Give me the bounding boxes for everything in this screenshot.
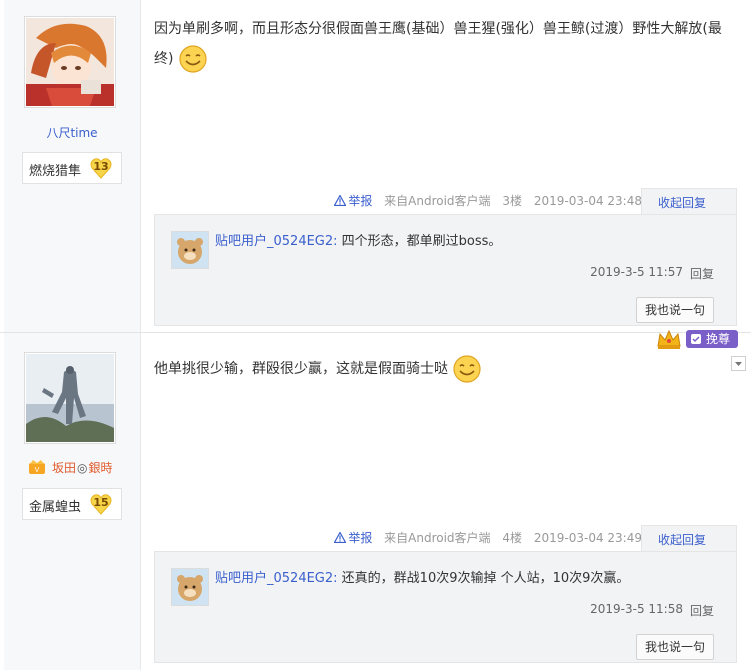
username-part-1: 坂田 xyxy=(52,461,77,475)
report-label: 举报 xyxy=(348,531,373,545)
collapse-replies-link[interactable]: 收起回复 xyxy=(658,194,706,211)
vip-badge-icon[interactable]: V xyxy=(28,459,46,475)
smile-emoji-icon xyxy=(453,355,482,383)
report-link[interactable]: 举报 xyxy=(334,194,376,208)
reply-panel: 贴吧用户_0524EG2: 四个形态，都单刷过boss。 2019-3-5 11… xyxy=(154,214,737,326)
level-number: 15 xyxy=(93,496,109,509)
warning-triangle-icon xyxy=(334,195,347,206)
reply-username[interactable]: 贴吧用户_0524EG2: xyxy=(215,571,338,586)
avatar-statue-image xyxy=(26,354,114,442)
level-number: 13 xyxy=(93,160,109,173)
report-label: 举报 xyxy=(348,194,373,208)
post-content: 因为单刷多啊，而且形态分很假面兽王鹰(基础）兽王猩(强化）兽王鲸(过渡）野性大解… xyxy=(154,14,737,74)
post-meta-bar: 举报 来自Android客户端 3楼 2019-03-04 23:48 收起回复 xyxy=(334,188,737,215)
reply-link[interactable]: 回复 xyxy=(690,602,714,619)
author-avatar[interactable] xyxy=(24,16,116,108)
level-badge[interactable]: 金属蝗虫 15 xyxy=(22,488,122,520)
say-something-button[interactable]: 我也说一句 xyxy=(636,634,714,660)
post-floor-3: 八尺time 燃烧猎隼 13 因为单刷多啊，而且形态分很假面兽王鹰(基础）兽王猩… xyxy=(0,0,751,332)
smile-emoji-icon xyxy=(179,45,207,73)
reply-avatar[interactable] xyxy=(171,231,209,269)
post-floor: 4楼 xyxy=(502,531,523,545)
post-floor: 3楼 xyxy=(502,194,523,208)
say-something-button[interactable]: 我也说一句 xyxy=(636,297,714,323)
level-name: 金属蝗虫 xyxy=(29,500,82,515)
post-text: 他单挑很少输，群殴很少赢，这就是假面骑士哒 xyxy=(154,361,448,377)
reply-link[interactable]: 回复 xyxy=(690,265,714,282)
reply-line: 贴吧用户_0524EG2: 还真的，群战10次9次输掉 个人站，10次9次赢。 xyxy=(215,567,629,586)
author-username[interactable]: 坂田◎銀時 xyxy=(52,459,113,476)
level-name: 燃烧猎隼 xyxy=(29,164,82,179)
author-column: 八尺time 燃烧猎隼 13 xyxy=(4,0,141,332)
warning-triangle-icon xyxy=(334,532,347,543)
author-username[interactable]: 八尺time xyxy=(4,124,140,141)
reply-time: 2019-3-5 11:57 xyxy=(590,265,683,279)
collapse-replies-link[interactable]: 收起回复 xyxy=(658,531,706,548)
reply-line: 贴吧用户_0524EG2: 四个形态，都单刷过boss。 xyxy=(215,230,501,249)
collapse-replies-tab[interactable]: 收起回复 xyxy=(641,188,737,215)
collapse-replies-tab[interactable]: 收起回复 xyxy=(641,525,737,552)
post-content: 他单挑很少输，群殴很少赢，这就是假面骑士哒 xyxy=(154,354,737,384)
post-source[interactable]: 来自Android客户端 xyxy=(384,531,490,545)
username-ring: ◎ xyxy=(77,461,88,475)
level-badge[interactable]: 燃烧猎隼 13 xyxy=(22,152,122,184)
post-time: 2019-03-04 23:48 xyxy=(533,194,642,208)
post-source[interactable]: 来自Android客户端 xyxy=(384,194,490,208)
reply-panel: 贴吧用户_0524EG2: 还真的，群战10次9次输掉 个人站，10次9次赢。 … xyxy=(154,551,737,663)
post-time: 2019-03-04 23:49 xyxy=(533,531,642,545)
reply-text: 四个形态，都单刷过boss。 xyxy=(341,234,502,249)
post-meta-bar: 举报 来自Android客户端 4楼 2019-03-04 23:49 收起回复 xyxy=(334,525,737,552)
author-column: V 坂田◎銀時 金属蝗虫 15 xyxy=(4,333,141,670)
report-link[interactable]: 举报 xyxy=(334,531,376,545)
reply-username[interactable]: 贴吧用户_0524EG2: xyxy=(215,234,338,249)
post-text: 因为单刷多啊，而且形态分很假面兽王鹰(基础）兽王猩(强化）兽王鲸(过渡）野性大解… xyxy=(154,21,722,67)
reply-avatar[interactable] xyxy=(171,568,209,606)
username-part-2: 銀時 xyxy=(88,461,113,475)
avatar-anime-image xyxy=(26,18,114,106)
reply-time: 2019-3-5 11:58 xyxy=(590,602,683,616)
svg-text:V: V xyxy=(35,467,40,474)
reply-text: 还真的，群战10次9次输掉 个人站，10次9次赢。 xyxy=(341,571,630,586)
author-avatar[interactable] xyxy=(24,352,116,444)
